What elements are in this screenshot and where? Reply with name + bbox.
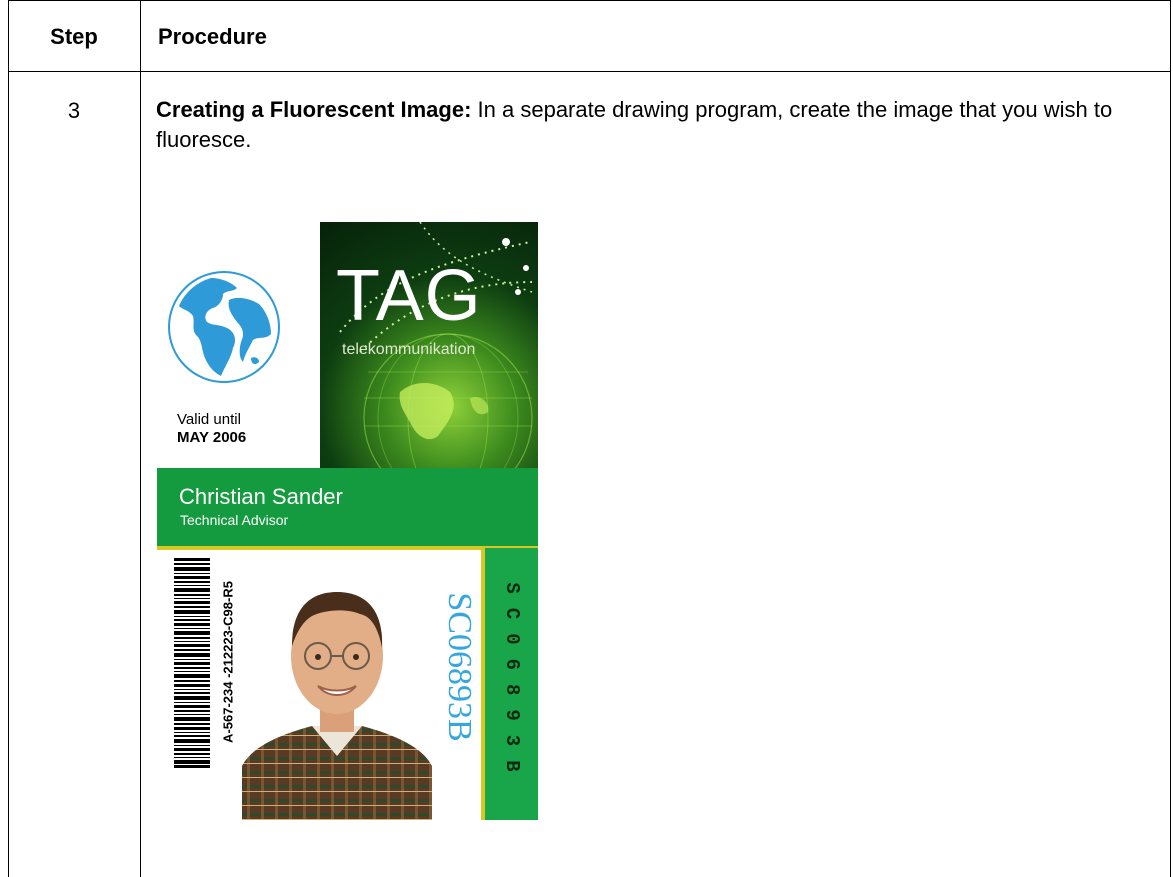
brand-subtitle: telekommunikation bbox=[342, 341, 476, 358]
step-number: 3 bbox=[67, 98, 81, 123]
header-step: Step bbox=[50, 24, 98, 49]
valid-date: MAY 2006 bbox=[177, 429, 247, 446]
column-divider bbox=[140, 0, 141, 877]
cardholder-name: Christian Sander bbox=[179, 484, 343, 509]
serial-number-large: SC06893B bbox=[440, 562, 478, 772]
validity: Valid until MAY 2006 bbox=[177, 411, 246, 447]
id-card-image: Valid until MAY 2006 TAG telekommunikati… bbox=[157, 222, 538, 820]
barcode-number-text: A-567-234 -212223-C98-R5 bbox=[220, 581, 236, 743]
globe-icon bbox=[168, 271, 280, 383]
procedure-title: Creating a Fluorescent Image: bbox=[156, 97, 472, 122]
procedure-text: Creating a Fluorescent Image: In a separ… bbox=[156, 95, 1156, 155]
barcode-number: A-567-234 -212223-C98-R5 bbox=[220, 557, 236, 767]
brand-logo-text: TAG bbox=[336, 256, 482, 336]
cardholder-title: Technical Advisor bbox=[180, 512, 289, 528]
serial-stripe: SC06893B bbox=[481, 548, 538, 820]
name-bar: Christian Sander Technical Advisor bbox=[157, 468, 538, 550]
cardholder-photo bbox=[242, 556, 432, 820]
header-divider bbox=[8, 71, 1171, 72]
serial-number-large-text: SC06893B bbox=[441, 592, 478, 742]
serial-stripe-text: SC06893B bbox=[500, 582, 523, 786]
barcode bbox=[174, 558, 210, 768]
header-procedure: Procedure bbox=[158, 24, 267, 49]
valid-label: Valid until bbox=[177, 411, 241, 428]
brand-banner: TAG telekommunikation bbox=[320, 222, 538, 468]
